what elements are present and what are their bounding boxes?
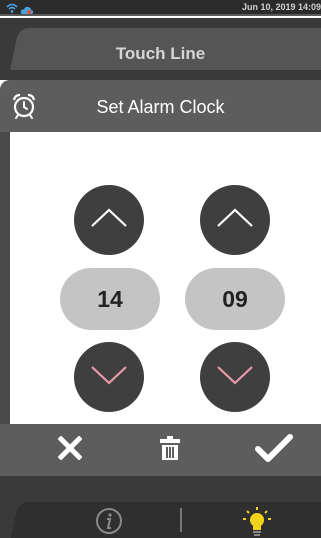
minute-up-button[interactable] <box>200 185 270 255</box>
hour-down-button[interactable] <box>74 342 144 412</box>
chevron-down-icon <box>89 364 129 391</box>
header-gap <box>0 70 321 80</box>
app-title: Touch Line <box>115 44 206 63</box>
hour-value[interactable]: 14 <box>60 268 160 330</box>
minute-value[interactable]: 09 <box>185 268 285 330</box>
info-icon[interactable] <box>94 506 124 538</box>
app-header: Touch Line <box>0 18 321 70</box>
close-icon <box>57 434 83 465</box>
dialog-footer <box>0 424 321 476</box>
wifi-icon <box>6 1 18 19</box>
delete-button[interactable] <box>140 424 200 476</box>
dialog-header: Set Alarm Clock <box>0 80 321 132</box>
bottom-separator <box>180 508 182 532</box>
light-bulb-icon[interactable] <box>240 504 274 538</box>
chevron-down-icon <box>215 364 255 391</box>
status-bar: Jun 10, 2019 14:09 <box>0 0 321 16</box>
checkmark-icon <box>255 433 293 467</box>
alarm-dialog: Set Alarm Clock 14 09 <box>0 80 321 476</box>
hour-up-button[interactable] <box>74 185 144 255</box>
minute-down-button[interactable] <box>200 342 270 412</box>
status-datetime: Jun 10, 2019 14:09 <box>241 2 321 12</box>
chevron-up-icon <box>215 207 255 234</box>
screen: Jun 10, 2019 14:09 Touch Line Set Alarm … <box>0 0 321 538</box>
trash-icon <box>159 435 181 465</box>
dialog-title: Set Alarm Clock <box>96 97 225 117</box>
dialog-body: 14 09 <box>10 132 321 424</box>
cancel-button[interactable] <box>40 424 100 476</box>
confirm-button[interactable] <box>244 424 304 476</box>
bottom-bar <box>0 502 321 538</box>
chevron-up-icon <box>89 207 129 234</box>
